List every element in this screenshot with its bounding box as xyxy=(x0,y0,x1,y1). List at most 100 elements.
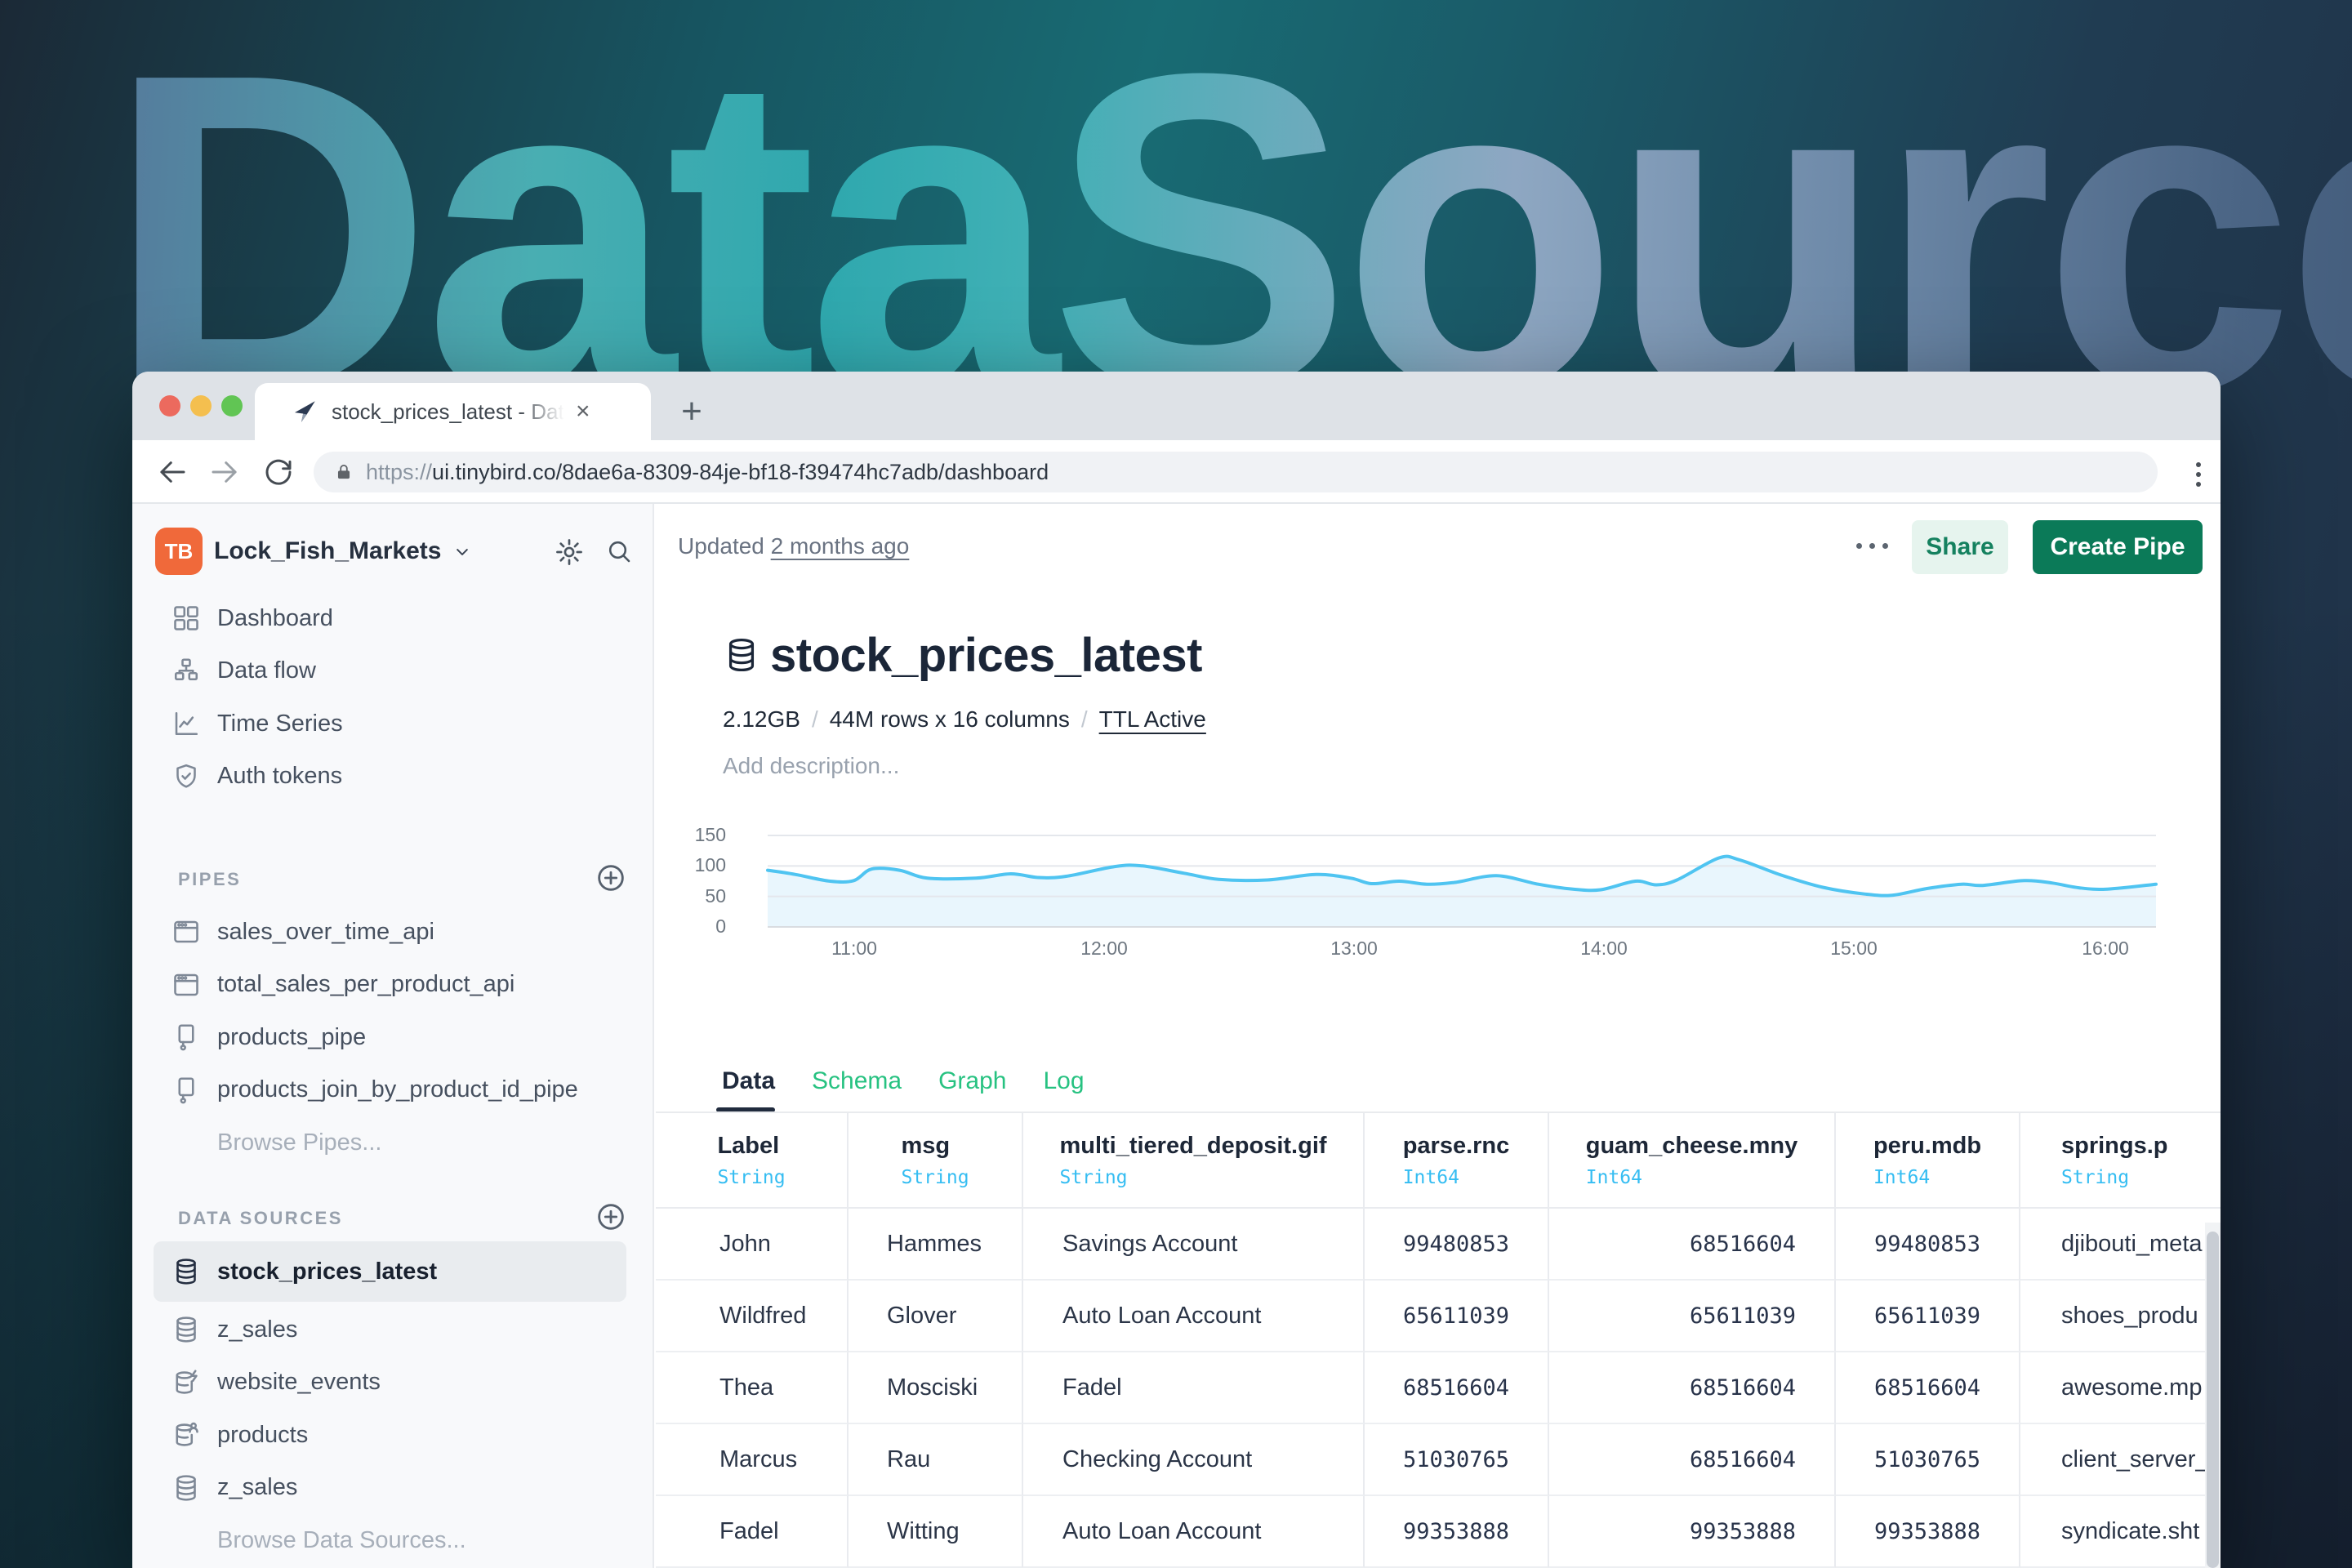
size-stat: 2.12GB xyxy=(723,706,800,732)
sidebar-item-time-series[interactable]: Time Series xyxy=(132,697,654,751)
table-cell: Fadel xyxy=(1023,1352,1365,1424)
table-cell: Witting xyxy=(849,1496,1023,1568)
db-person-icon xyxy=(172,1420,201,1450)
sidebar-item-products[interactable]: products xyxy=(132,1409,654,1462)
sidebar-item-label: Data flow xyxy=(217,657,316,684)
browser-toolbar: https://ui.tinybird.co/8dae6a-8309-84je-… xyxy=(132,440,2221,504)
sidebar-item-label: sales_over_time_api xyxy=(217,919,434,946)
sidebar-item-sales-over-time-api[interactable]: sales_over_time_api xyxy=(132,906,654,959)
window-close-button[interactable] xyxy=(159,395,180,416)
tab-schema[interactable]: Schema xyxy=(812,1067,902,1095)
browser-menu-icon[interactable] xyxy=(2182,458,2215,491)
lock-icon xyxy=(333,461,354,483)
sidebar-item-browse-pipes[interactable]: Browse Pipes... xyxy=(132,1116,654,1169)
table-cell: 68516604 xyxy=(1549,1209,1836,1281)
grid-icon xyxy=(172,604,201,633)
sidebar-item-label: Dashboard xyxy=(217,605,333,632)
data-sources-list: stock_prices_latestz_saleswebsite_events… xyxy=(132,1240,654,1567)
column-header-multi-tiered-deposit-gif: multi_tiered_deposit.gifString xyxy=(1023,1113,1365,1209)
sidebar-item-auth-tokens[interactable]: Auth tokens xyxy=(132,751,654,804)
datasource-stats: 2.12GB/44M rows x 16 columns/TTL Active xyxy=(723,706,1206,733)
chevron-down-icon[interactable] xyxy=(451,541,474,564)
sidebar-item-data-flow[interactable]: Data flow xyxy=(132,645,654,698)
x-axis-label: 15:00 xyxy=(1809,938,1899,960)
updated-link[interactable]: 2 months ago xyxy=(771,533,910,559)
refresh-icon[interactable] xyxy=(261,455,296,489)
browser-window: stock_prices_latest - Data Sour × + http… xyxy=(132,372,2221,1568)
window-minimize-button[interactable] xyxy=(190,395,212,416)
ttl-link[interactable]: TTL Active xyxy=(1099,706,1206,732)
column-header-springs-p: springs.pString xyxy=(2020,1113,2221,1209)
tab-close-icon[interactable]: × xyxy=(576,399,590,424)
table-cell: 99353888 xyxy=(1365,1496,1549,1568)
column-header-msg: msgString xyxy=(849,1113,1023,1209)
db-icon xyxy=(172,1315,201,1344)
main-content: Updated 2 months ago Share Create Pipe s… xyxy=(656,504,2221,1568)
search-icon[interactable] xyxy=(604,537,634,566)
url-bar[interactable]: https://ui.tinybird.co/8dae6a-8309-84je-… xyxy=(314,452,2158,492)
table-cell: awesome.mp xyxy=(2020,1352,2221,1424)
x-axis-label: 11:00 xyxy=(809,938,899,960)
y-axis-label: 0 xyxy=(667,915,726,938)
table-cell: 99480853 xyxy=(1836,1209,2020,1281)
window-zoom-button[interactable] xyxy=(221,395,243,416)
sidebar-item-stock-prices-latest[interactable]: stock_prices_latest xyxy=(132,1240,654,1303)
sidebar-item-website-events[interactable]: website_events xyxy=(132,1356,654,1410)
sidebar-item-label: products_join_by_product_id_pipe xyxy=(217,1076,578,1103)
sidebar-item-label: Time Series xyxy=(217,710,343,737)
table-scrollbar-thumb[interactable] xyxy=(2207,1232,2219,1568)
new-tab-button[interactable]: + xyxy=(670,390,714,434)
tab-log[interactable]: Log xyxy=(1043,1067,1084,1095)
sidebar-item-label: products xyxy=(217,1422,308,1449)
data-sources-section-title: DATA SOURCES xyxy=(178,1208,343,1229)
table-cell: 99353888 xyxy=(1836,1496,2020,1568)
sidebar-item-label: z_sales xyxy=(217,1474,297,1501)
ingestion-chart: 05010015011:0012:0013:0014:0015:0016:00 xyxy=(656,817,2221,976)
forward-icon[interactable] xyxy=(207,455,242,489)
sidebar-item-label: total_sales_per_product_api xyxy=(217,971,514,998)
gear-icon[interactable] xyxy=(554,537,585,568)
add-data-source-icon[interactable] xyxy=(595,1200,627,1233)
sidebar-item-label: Browse Data Sources... xyxy=(217,1527,466,1554)
share-button[interactable]: Share xyxy=(1912,520,2008,574)
sidebar-item-products-pipe[interactable]: products_pipe xyxy=(132,1011,654,1064)
sidebar-item-z-sales[interactable]: z_sales xyxy=(132,1462,654,1515)
workspace-logo[interactable]: TB xyxy=(155,528,203,575)
sidebar-item-label: products_pipe xyxy=(217,1024,366,1051)
tab-title: stock_prices_latest - Data Sour xyxy=(332,399,564,425)
y-axis-label: 100 xyxy=(667,854,726,876)
back-icon[interactable] xyxy=(155,455,189,489)
add-description-field[interactable]: Add description... xyxy=(723,753,899,779)
sidebar-item-label: Browse Pipes... xyxy=(217,1129,381,1156)
add-pipe-icon[interactable] xyxy=(595,862,627,894)
sidebar-item-label: website_events xyxy=(217,1369,381,1396)
api-icon xyxy=(172,917,201,947)
sidebar-item-label: Auth tokens xyxy=(217,763,342,790)
pipe-icon xyxy=(172,1076,201,1105)
workspace-name[interactable]: Lock_Fish_Markets xyxy=(214,537,441,565)
table-cell: 51030765 xyxy=(1365,1424,1549,1496)
more-options-icon[interactable] xyxy=(1856,543,1888,549)
data-table: LabelStringmsgStringmulti_tiered_deposit… xyxy=(656,1113,2221,1568)
y-axis-label: 50 xyxy=(667,885,726,907)
x-axis-label: 14:00 xyxy=(1559,938,1649,960)
table-cell: 99353888 xyxy=(1549,1496,1836,1568)
table-cell: shoes_produ xyxy=(2020,1281,2221,1352)
y-axis-label: 150 xyxy=(667,824,726,846)
browser-tab[interactable]: stock_prices_latest - Data Sour × xyxy=(255,383,651,440)
sidebar-item-total-sales-per-product-api[interactable]: total_sales_per_product_api xyxy=(132,959,654,1012)
flow-icon xyxy=(172,657,201,686)
table-cell: 68516604 xyxy=(1365,1352,1549,1424)
sidebar-item-browse-data-sources[interactable]: Browse Data Sources... xyxy=(132,1514,654,1567)
table-cell: 68516604 xyxy=(1549,1352,1836,1424)
sidebar-item-z-sales[interactable]: z_sales xyxy=(132,1303,654,1356)
tab-graph[interactable]: Graph xyxy=(938,1067,1006,1095)
sidebar-item-products-join-by-product-id-pipe[interactable]: products_join_by_product_id_pipe xyxy=(132,1064,654,1117)
table-cell: Auto Loan Account xyxy=(1023,1496,1365,1568)
sidebar-item-dashboard[interactable]: Dashboard xyxy=(132,592,654,645)
table-cell: 65611039 xyxy=(1836,1281,2020,1352)
sidebar: TB Lock_Fish_Markets Dashboard Data flow T… xyxy=(132,504,654,1568)
x-axis-label: 12:00 xyxy=(1059,938,1149,960)
create-pipe-button[interactable]: Create Pipe xyxy=(2033,520,2203,574)
tab-data[interactable]: Data xyxy=(722,1067,775,1095)
